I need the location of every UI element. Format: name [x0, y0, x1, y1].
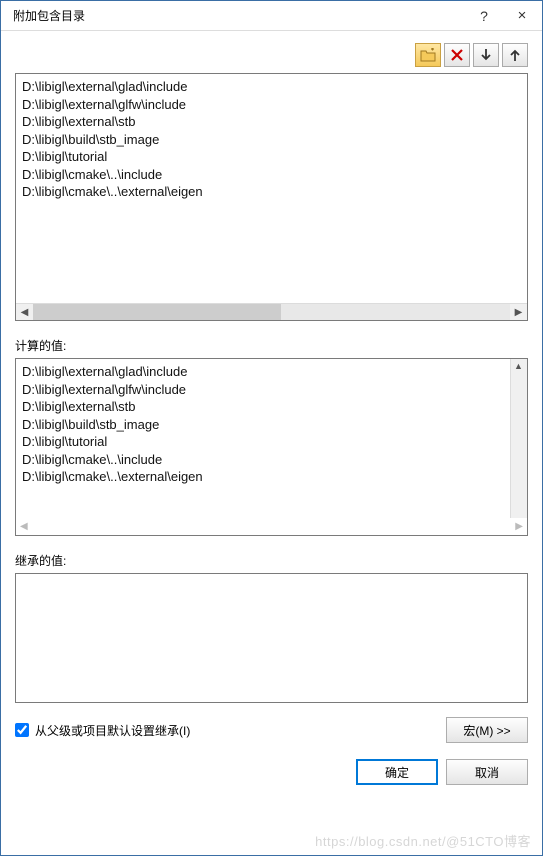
- arrow-up-icon: [509, 48, 521, 62]
- move-down-button[interactable]: [473, 43, 499, 67]
- move-up-button[interactable]: [502, 43, 528, 67]
- scroll-right-icon[interactable]: ▶: [510, 304, 527, 321]
- options-row: 从父级或项目默认设置继承(I) 宏(M) >>: [15, 717, 528, 743]
- calculated-label: 计算的值:: [15, 337, 528, 354]
- scroll-right-disabled-icon: ▶: [515, 521, 523, 532]
- arrow-down-icon: [480, 48, 492, 62]
- delete-x-icon: [451, 49, 463, 61]
- dialog-content: D:\libigl\external\glad\include D:\libig…: [1, 31, 542, 855]
- folder-icon: [420, 48, 436, 62]
- path-editor[interactable]: D:\libigl\external\glad\include D:\libig…: [15, 73, 528, 321]
- dialog-buttons: 确定 取消: [15, 759, 528, 785]
- scroll-left-icon[interactable]: ◀: [16, 304, 33, 321]
- new-folder-button[interactable]: [415, 43, 441, 67]
- inherit-checkbox[interactable]: [15, 723, 29, 737]
- scroll-thumb[interactable]: [33, 304, 281, 320]
- calculated-values-box: D:\libigl\external\glad\include D:\libig…: [15, 358, 528, 536]
- cancel-button[interactable]: 取消: [446, 759, 528, 785]
- delete-button[interactable]: [444, 43, 470, 67]
- help-button[interactable]: ?: [472, 4, 496, 28]
- calculated-values-text: D:\libigl\external\glad\include D:\libig…: [16, 359, 510, 518]
- horizontal-scrollbar[interactable]: ◀ ▶: [16, 303, 527, 320]
- toolbar: [15, 43, 528, 67]
- inherited-label: 继承的值:: [15, 552, 528, 569]
- close-button[interactable]: ×: [510, 4, 534, 28]
- scroll-track[interactable]: [33, 304, 510, 320]
- inherited-values-box: [15, 573, 528, 703]
- ok-button[interactable]: 确定: [356, 759, 438, 785]
- inherit-checkbox-text: 从父级或项目默认设置继承(I): [35, 722, 190, 739]
- path-editor-text[interactable]: D:\libigl\external\glad\include D:\libig…: [16, 74, 527, 303]
- dialog-window: 附加包含目录 ? ×: [0, 0, 543, 856]
- scroll-left-disabled-icon: ◀: [20, 521, 28, 532]
- window-title: 附加包含目录: [13, 7, 472, 24]
- macro-button[interactable]: 宏(M) >>: [446, 717, 528, 743]
- calc-hscroll[interactable]: ◀ ▶: [16, 518, 527, 535]
- titlebar-buttons: ? ×: [472, 4, 534, 28]
- title-bar: 附加包含目录 ? ×: [1, 1, 542, 31]
- vertical-scrollbar[interactable]: [510, 359, 527, 518]
- inherit-checkbox-label[interactable]: 从父级或项目默认设置继承(I): [15, 722, 436, 739]
